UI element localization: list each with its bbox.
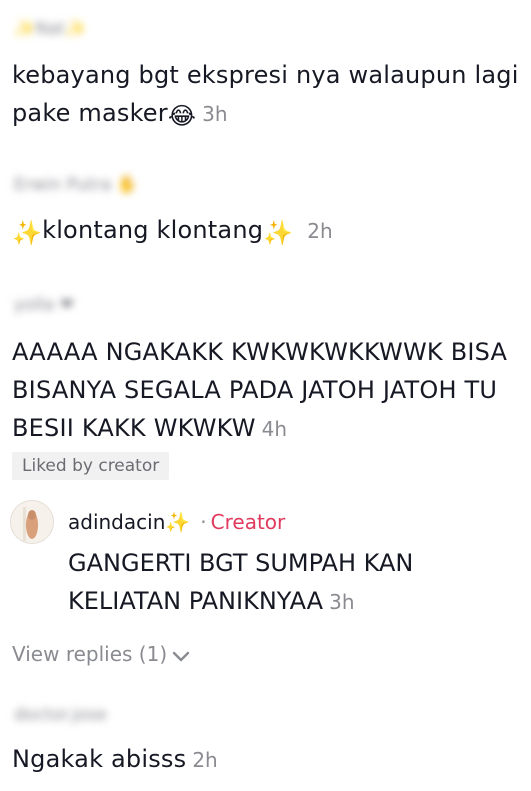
sparkle-icon: ✨ bbox=[14, 19, 36, 39]
comment-timestamp: 4h bbox=[261, 417, 288, 441]
chevron-down-icon bbox=[171, 641, 191, 673]
sparkle-icon: ✨ bbox=[165, 510, 191, 534]
comment-text: Ngakak abisss 2h bbox=[12, 745, 218, 773]
comment-username[interactable]: ✨Nat✨ bbox=[14, 20, 86, 38]
comment-text: kebayang bgt ekspresi nya walaupun lagi … bbox=[12, 56, 522, 135]
comment-timestamp: 3h bbox=[202, 102, 228, 126]
comment-username[interactable]: doctor.jose bbox=[14, 706, 107, 724]
sparkle-icon: ✨ bbox=[12, 219, 43, 247]
reply-username[interactable]: adindacin bbox=[68, 510, 165, 534]
liked-by-creator-badge: Liked by creator bbox=[12, 452, 170, 480]
sparkle-icon: ✨ bbox=[263, 219, 294, 247]
hand-emoji-icon: ✋ bbox=[116, 175, 138, 195]
reply-header: adindacin✨ · Creator bbox=[68, 508, 285, 536]
creator-label: Creator bbox=[210, 510, 286, 534]
view-replies-label: View replies (1) bbox=[12, 642, 168, 666]
comment-username[interactable]: Erwin Putra ✋ bbox=[14, 176, 138, 194]
comment-text: AAAAA NGAKAKK KWKWKWKKWWK BISA BISANYA S… bbox=[12, 338, 508, 442]
reply-text: GANGERTI BGT SUMPAH KAN KELIATAN PANIKNY… bbox=[68, 549, 414, 615]
comment-text: ✨klontang klontang✨ 2h bbox=[12, 211, 522, 252]
sparkle-icon: ✨ bbox=[64, 19, 87, 39]
laughing-emoji-icon: 😂 bbox=[167, 102, 197, 130]
heart-emoji-icon: ❤ bbox=[59, 295, 74, 315]
view-replies-button[interactable]: View replies (1) bbox=[12, 638, 191, 673]
comment-timestamp: 2h bbox=[307, 219, 333, 243]
avatar[interactable] bbox=[10, 500, 54, 544]
comment-timestamp: 2h bbox=[192, 748, 218, 772]
separator-dot: · bbox=[200, 510, 207, 534]
reply-timestamp: 3h bbox=[329, 590, 355, 614]
avatar-image bbox=[11, 501, 53, 543]
comment-username[interactable]: yolla ❤ bbox=[14, 296, 74, 314]
